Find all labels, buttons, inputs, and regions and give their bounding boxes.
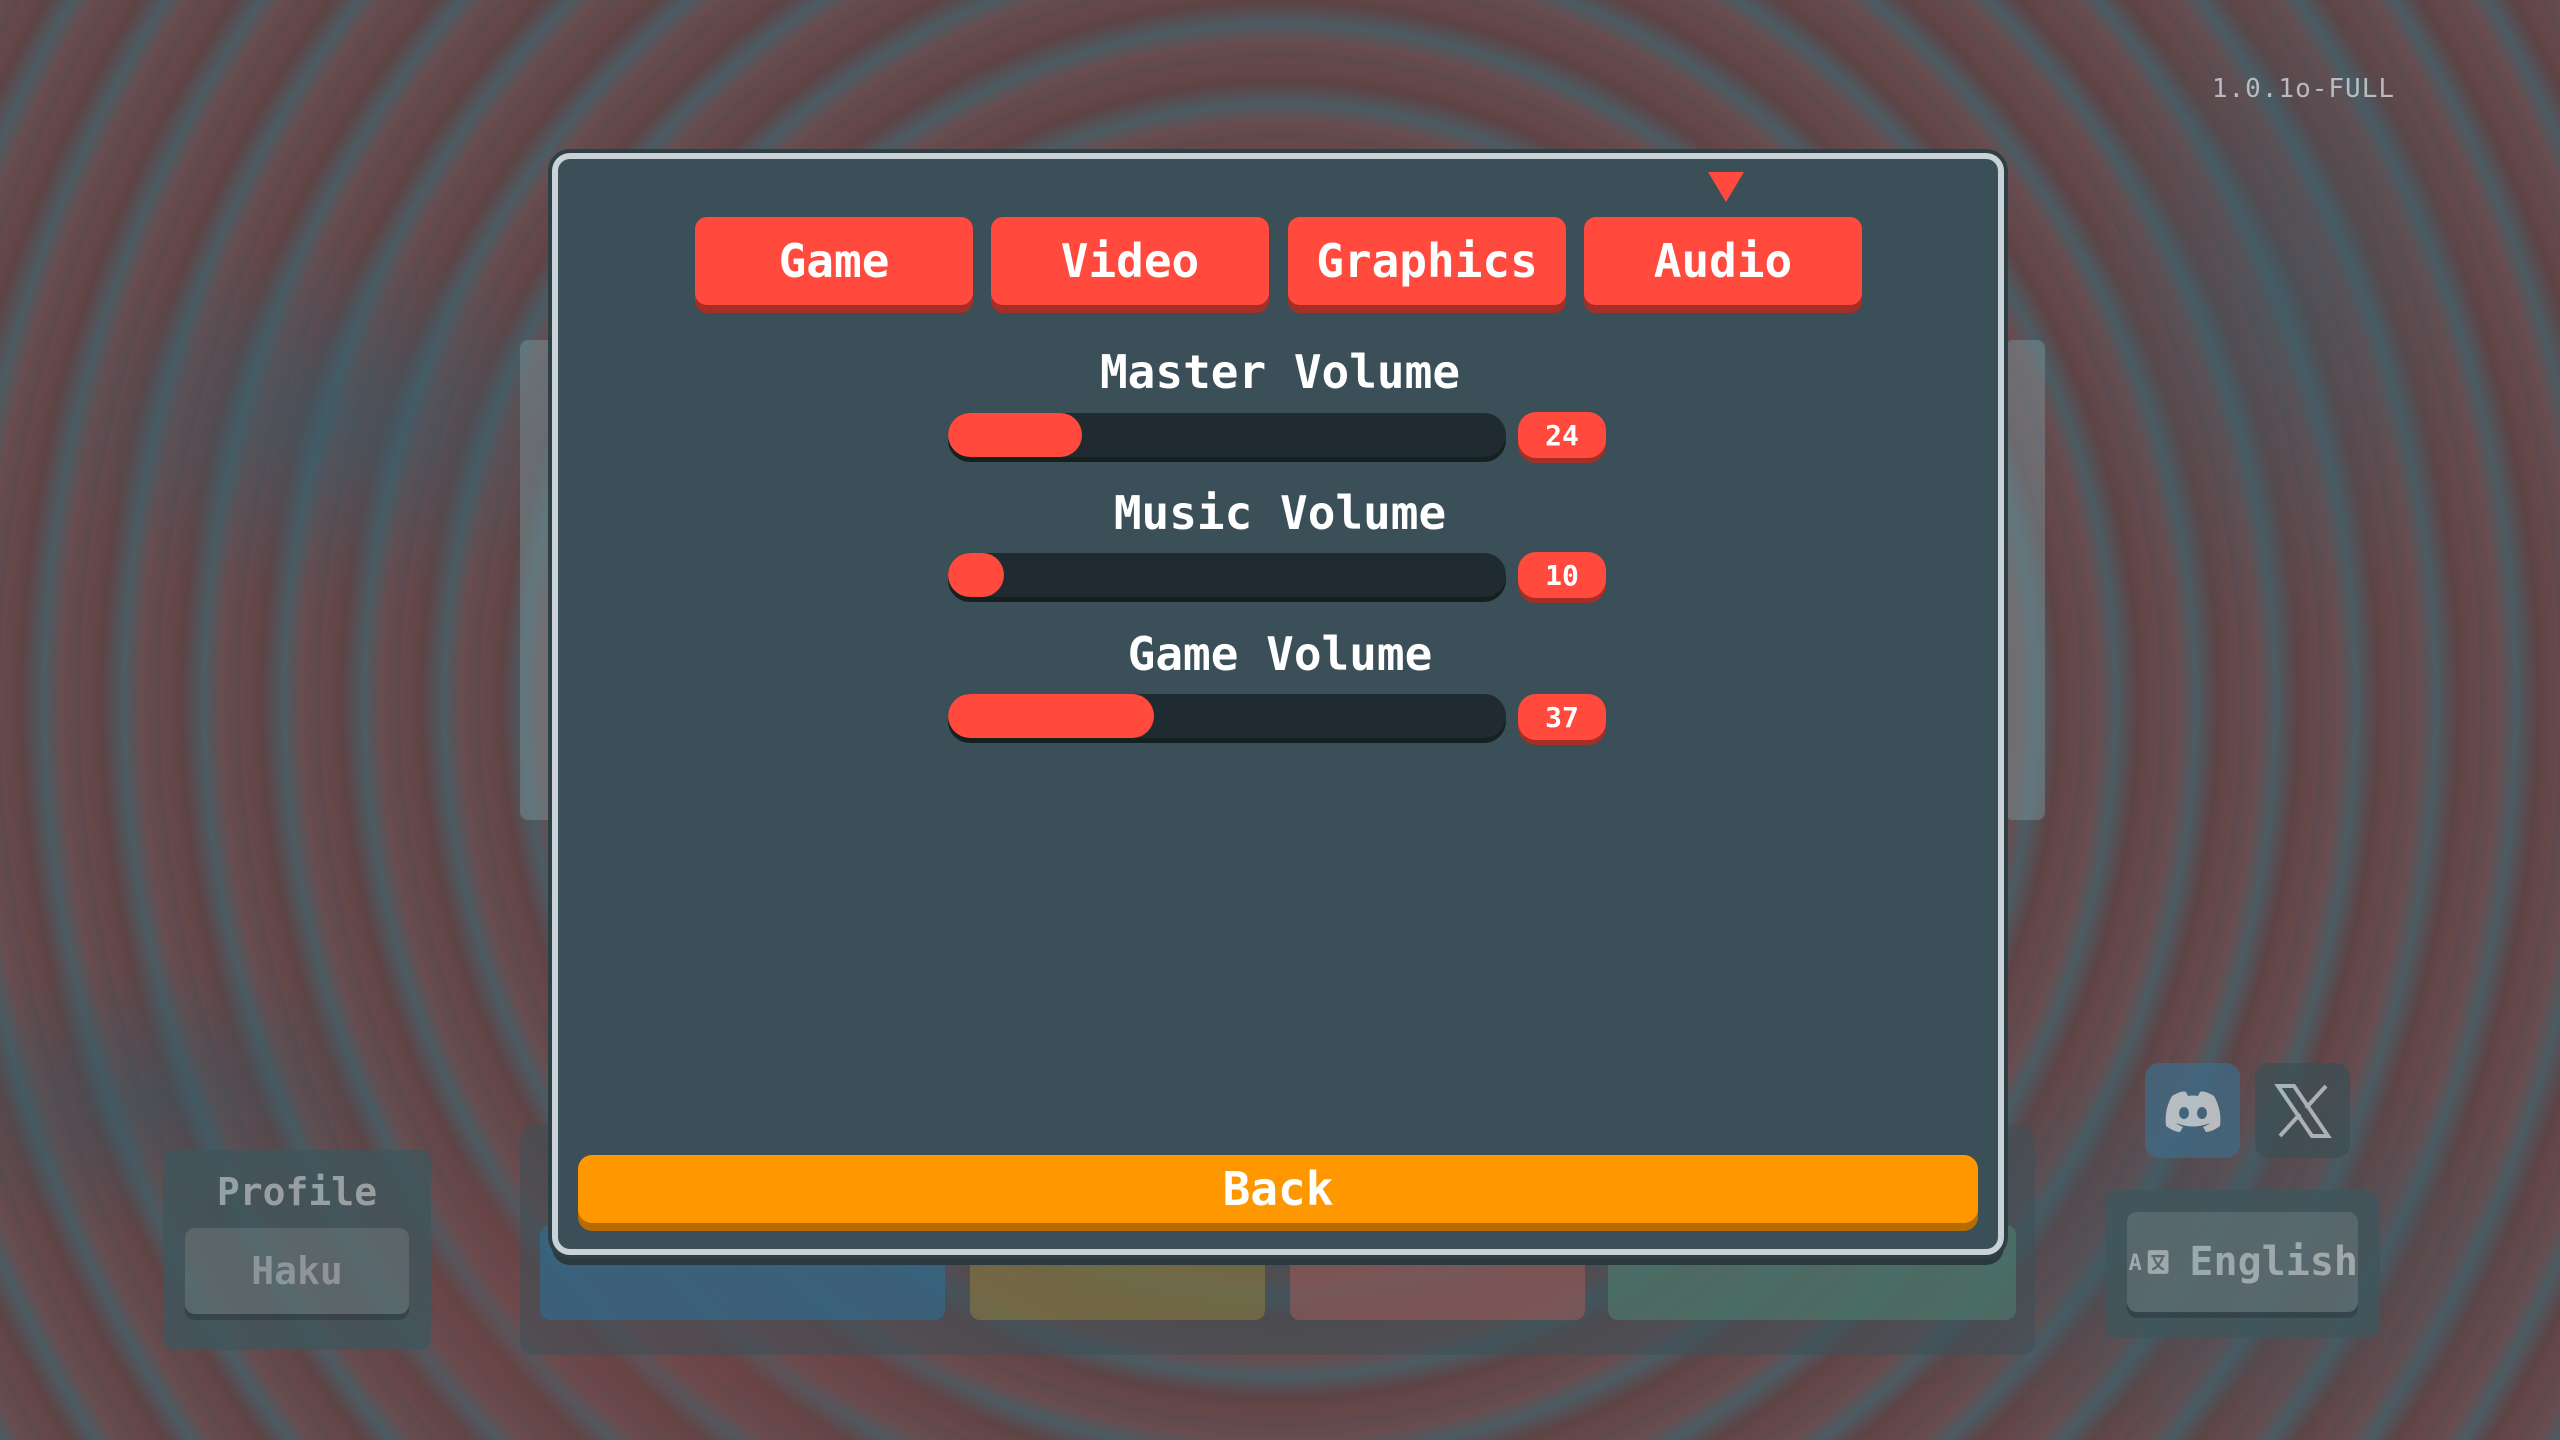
active-tab-indicator xyxy=(1708,172,1744,202)
game-volume-fill xyxy=(948,694,1155,738)
tab-video[interactable]: Video xyxy=(991,217,1269,305)
tab-game[interactable]: Game xyxy=(695,217,973,305)
game-volume-slider[interactable] xyxy=(948,694,1506,738)
x-social-button[interactable] xyxy=(2255,1063,2350,1158)
main-menu-right-edge xyxy=(2005,340,2045,820)
master-volume-label: Master Volume xyxy=(1099,345,1461,399)
tab-graphics[interactable]: Graphics xyxy=(1288,217,1566,305)
discord-button[interactable] xyxy=(2145,1063,2240,1158)
music-volume-value: 10 xyxy=(1518,552,1606,598)
profile-name-button[interactable]: Haku xyxy=(185,1228,409,1314)
music-volume-label: Music Volume xyxy=(1113,486,1447,540)
x-logo-icon xyxy=(2273,1083,2332,1138)
profile-label: Profile xyxy=(216,1170,378,1214)
master-volume-slider[interactable] xyxy=(948,413,1506,457)
game-volume-label: Game Volume xyxy=(1127,627,1433,681)
tab-audio[interactable]: Audio xyxy=(1584,217,1862,305)
game-volume-value: 37 xyxy=(1518,694,1606,740)
discord-icon xyxy=(2165,1091,2220,1132)
master-volume-fill xyxy=(948,413,1082,457)
language-label: English xyxy=(2189,1239,2358,1285)
master-volume-value: 24 xyxy=(1518,412,1606,458)
svg-text:A: A xyxy=(2128,1250,2142,1276)
profile-panel: Profile Haku xyxy=(163,1150,431,1350)
language-panel: A English xyxy=(2105,1190,2380,1338)
version-label: 1.0.1o-FULL xyxy=(2211,74,2395,104)
language-button[interactable]: A English xyxy=(2127,1212,2358,1312)
music-volume-slider[interactable] xyxy=(948,553,1506,597)
music-volume-fill xyxy=(948,553,1004,597)
translate-icon: A xyxy=(2128,1250,2169,1276)
back-button[interactable]: Back xyxy=(578,1155,1978,1223)
